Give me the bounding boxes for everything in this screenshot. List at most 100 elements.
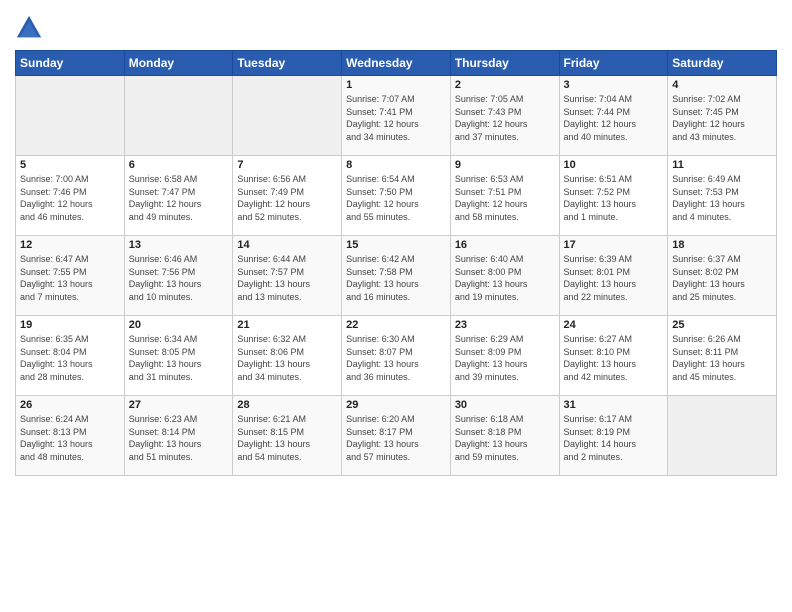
calendar-body: 1Sunrise: 7:07 AM Sunset: 7:41 PM Daylig… [16,76,777,476]
day-info: Sunrise: 6:44 AM Sunset: 7:57 PM Dayligh… [237,253,337,303]
day-info: Sunrise: 7:04 AM Sunset: 7:44 PM Dayligh… [564,93,664,143]
day-number: 26 [20,399,120,411]
weekday-header-row: SundayMondayTuesdayWednesdayThursdayFrid… [16,51,777,76]
calendar-cell: 29 Sunrise: 6:20 AM Sunset: 8:17 PM Dayli… [342,396,451,476]
day-info: Sunrise: 6:58 AM Sunset: 7:47 PM Dayligh… [129,173,229,223]
calendar-cell: 3 Sunrise: 7:04 AM Sunset: 7:44 PM Daylig… [559,76,668,156]
day-info: Sunrise: 6:24 AM Sunset: 8:13 PM Dayligh… [20,413,120,463]
day-number: 2 [455,79,555,91]
calendar-week-4: 19 Sunrise: 6:35 AM Sunset: 8:04 PM Dayli… [16,316,777,396]
calendar-cell: 23 Sunrise: 6:29 AM Sunset: 8:09 PM Dayli… [450,316,559,396]
day-number: 22 [346,319,446,331]
day-number: 18 [672,239,772,251]
calendar-cell: 19 Sunrise: 6:35 AM Sunset: 8:04 PM Dayli… [16,316,125,396]
day-number: 16 [455,239,555,251]
logo [15,14,46,42]
day-number: 10 [564,159,664,171]
day-info: Sunrise: 6:49 AM Sunset: 7:53 PM Dayligh… [672,173,772,223]
day-info: Sunrise: 6:27 AM Sunset: 8:10 PM Dayligh… [564,333,664,383]
calendar-cell: 31Sunrise: 6:17 AM Sunset: 8:19 PM Dayli… [559,396,668,476]
day-info: Sunrise: 7:02 AM Sunset: 7:45 PM Dayligh… [672,93,772,143]
day-number: 4 [672,79,772,91]
calendar-cell: 22 Sunrise: 6:30 AM Sunset: 8:07 PM Dayli… [342,316,451,396]
day-info: Sunrise: 6:47 AM Sunset: 7:55 PM Dayligh… [20,253,120,303]
calendar-cell: 13Sunrise: 6:46 AM Sunset: 7:56 PM Dayli… [124,236,233,316]
logo-icon [15,14,43,42]
calendar-cell: 18 Sunrise: 6:37 AM Sunset: 8:02 PM Dayli… [668,236,777,316]
calendar-cell: 17Sunrise: 6:39 AM Sunset: 8:01 PM Dayli… [559,236,668,316]
calendar-cell: 16Sunrise: 6:40 AM Sunset: 8:00 PM Dayli… [450,236,559,316]
day-number: 5 [20,159,120,171]
day-number: 6 [129,159,229,171]
day-number: 8 [346,159,446,171]
day-info: Sunrise: 6:42 AM Sunset: 7:58 PM Dayligh… [346,253,446,303]
day-info: Sunrise: 6:18 AM Sunset: 8:18 PM Dayligh… [455,413,555,463]
calendar-cell [668,396,777,476]
day-number: 7 [237,159,337,171]
day-info: Sunrise: 6:20 AM Sunset: 8:17 PM Dayligh… [346,413,446,463]
calendar-cell: 27Sunrise: 6:23 AM Sunset: 8:14 PM Dayli… [124,396,233,476]
calendar-cell: 1Sunrise: 7:07 AM Sunset: 7:41 PM Daylig… [342,76,451,156]
day-number: 29 [346,399,446,411]
day-info: Sunrise: 6:39 AM Sunset: 8:01 PM Dayligh… [564,253,664,303]
day-number: 15 [346,239,446,251]
calendar-cell: 6 Sunrise: 6:58 AM Sunset: 7:47 PM Daylig… [124,156,233,236]
calendar-cell: 28 Sunrise: 6:21 AM Sunset: 8:15 PM Dayli… [233,396,342,476]
day-info: Sunrise: 6:35 AM Sunset: 8:04 PM Dayligh… [20,333,120,383]
calendar-cell: 4 Sunrise: 7:02 AM Sunset: 7:45 PM Daylig… [668,76,777,156]
day-number: 1 [346,79,446,91]
weekday-header-tuesday: Tuesday [233,51,342,76]
day-number: 12 [20,239,120,251]
day-number: 25 [672,319,772,331]
weekday-header-wednesday: Wednesday [342,51,451,76]
day-info: Sunrise: 6:54 AM Sunset: 7:50 PM Dayligh… [346,173,446,223]
calendar-cell [233,76,342,156]
calendar-cell: 12 Sunrise: 6:47 AM Sunset: 7:55 PM Dayli… [16,236,125,316]
calendar-week-3: 12 Sunrise: 6:47 AM Sunset: 7:55 PM Dayli… [16,236,777,316]
day-number: 30 [455,399,555,411]
day-info: Sunrise: 6:21 AM Sunset: 8:15 PM Dayligh… [237,413,337,463]
calendar-cell: 5 Sunrise: 7:00 AM Sunset: 7:46 PM Daylig… [16,156,125,236]
calendar-cell: 26 Sunrise: 6:24 AM Sunset: 8:13 PM Dayli… [16,396,125,476]
calendar-cell: 21Sunrise: 6:32 AM Sunset: 8:06 PM Dayli… [233,316,342,396]
calendar-cell: 30 Sunrise: 6:18 AM Sunset: 8:18 PM Dayli… [450,396,559,476]
calendar-cell: 9Sunrise: 6:53 AM Sunset: 7:51 PM Daylig… [450,156,559,236]
day-number: 11 [672,159,772,171]
day-info: Sunrise: 6:30 AM Sunset: 8:07 PM Dayligh… [346,333,446,383]
day-info: Sunrise: 6:17 AM Sunset: 8:19 PM Dayligh… [564,413,664,463]
calendar-week-5: 26 Sunrise: 6:24 AM Sunset: 8:13 PM Dayli… [16,396,777,476]
day-number: 14 [237,239,337,251]
calendar-cell [124,76,233,156]
day-number: 3 [564,79,664,91]
day-number: 23 [455,319,555,331]
calendar-cell: 20Sunrise: 6:34 AM Sunset: 8:05 PM Dayli… [124,316,233,396]
weekday-header-thursday: Thursday [450,51,559,76]
calendar-cell: 11 Sunrise: 6:49 AM Sunset: 7:53 PM Dayli… [668,156,777,236]
weekday-header-saturday: Saturday [668,51,777,76]
day-info: Sunrise: 7:05 AM Sunset: 7:43 PM Dayligh… [455,93,555,143]
day-number: 28 [237,399,337,411]
day-info: Sunrise: 7:00 AM Sunset: 7:46 PM Dayligh… [20,173,120,223]
weekday-header-monday: Monday [124,51,233,76]
calendar-cell: 15 Sunrise: 6:42 AM Sunset: 7:58 PM Dayli… [342,236,451,316]
calendar-cell: 10 Sunrise: 6:51 AM Sunset: 7:52 PM Dayli… [559,156,668,236]
day-number: 9 [455,159,555,171]
calendar-week-1: 1Sunrise: 7:07 AM Sunset: 7:41 PM Daylig… [16,76,777,156]
weekday-header-friday: Friday [559,51,668,76]
day-info: Sunrise: 6:56 AM Sunset: 7:49 PM Dayligh… [237,173,337,223]
day-number: 24 [564,319,664,331]
calendar-cell: 8 Sunrise: 6:54 AM Sunset: 7:50 PM Daylig… [342,156,451,236]
day-info: Sunrise: 6:32 AM Sunset: 8:06 PM Dayligh… [237,333,337,383]
calendar-cell: 14 Sunrise: 6:44 AM Sunset: 7:57 PM Dayli… [233,236,342,316]
weekday-header-sunday: Sunday [16,51,125,76]
day-number: 27 [129,399,229,411]
calendar-header: SundayMondayTuesdayWednesdayThursdayFrid… [16,51,777,76]
calendar-cell [16,76,125,156]
day-number: 19 [20,319,120,331]
calendar-cell: 2 Sunrise: 7:05 AM Sunset: 7:43 PM Daylig… [450,76,559,156]
day-info: Sunrise: 6:29 AM Sunset: 8:09 PM Dayligh… [455,333,555,383]
day-info: Sunrise: 6:51 AM Sunset: 7:52 PM Dayligh… [564,173,664,223]
day-number: 20 [129,319,229,331]
header [15,10,777,42]
day-info: Sunrise: 6:37 AM Sunset: 8:02 PM Dayligh… [672,253,772,303]
